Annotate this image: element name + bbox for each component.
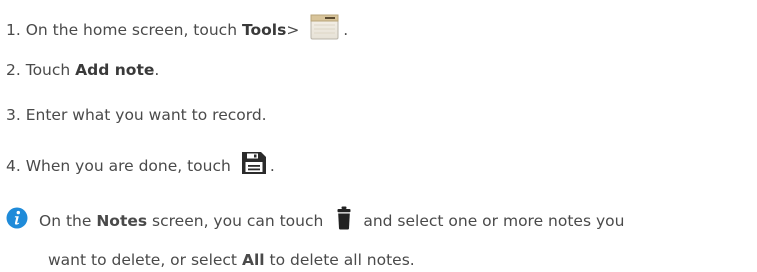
note-text-a: On the [39, 211, 92, 230]
info-note: On the Notes screen, you can touch and s… [6, 206, 751, 270]
step-4-number: 4. [6, 156, 21, 175]
step-2-bold-add-note: Add note [75, 61, 155, 79]
step-4-period: . [269, 156, 275, 175]
step-1-bold-tools: Tools [241, 20, 287, 39]
note-text-d: want to delete, or select [48, 251, 238, 269]
note-bold-notes: Notes [96, 211, 148, 230]
step-4-text: When you are done, touch [25, 156, 231, 175]
step-1-number: 1. [6, 20, 21, 39]
step-1-text: On the home screen, touch [25, 20, 238, 39]
step-2: 2. Touch Add note. [6, 60, 159, 80]
step-4: 4. When you are done, touch . [6, 151, 275, 180]
step-1-period: . [343, 20, 349, 39]
save-icon [241, 151, 267, 180]
step-3-text: Enter what you want to record. [25, 106, 267, 124]
trash-icon [337, 206, 351, 235]
info-icon [6, 207, 28, 234]
step-3: 3. Enter what you want to record. [6, 105, 267, 125]
info-note-line-2: want to delete, or select All to delete … [6, 250, 751, 270]
note-bold-all: All [241, 251, 265, 269]
note-text-c: and select one or more notes you [363, 211, 625, 230]
notes-app-icon [310, 14, 339, 45]
step-2-text: Touch [25, 61, 71, 79]
note-text-b: screen, you can touch [152, 211, 324, 230]
step-1-arrow: > [286, 20, 300, 39]
step-2-period: . [154, 61, 160, 79]
note-text-e: to delete all notes. [269, 251, 415, 269]
step-1: 1. On the home screen, touch Tools > . [6, 14, 348, 45]
info-note-line-1: On the Notes screen, you can touch and s… [6, 206, 751, 235]
step-3-number: 3. [6, 106, 21, 124]
step-2-number: 2. [6, 61, 21, 79]
